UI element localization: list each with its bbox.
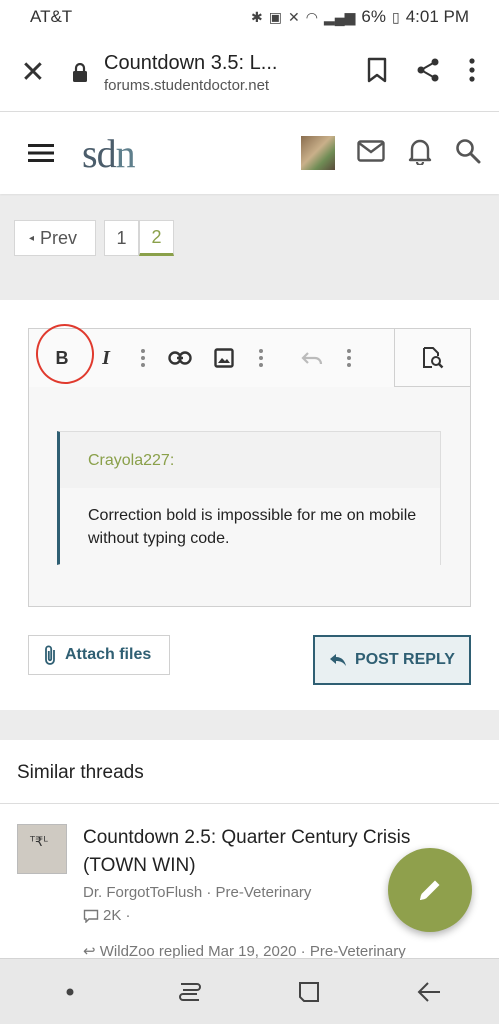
post-reply-label: POST REPLY bbox=[355, 651, 455, 668]
clock: 4:01 PM bbox=[405, 7, 469, 26]
logo-text-accent: n bbox=[115, 130, 136, 176]
prev-label: Prev bbox=[40, 227, 78, 248]
pencil-icon bbox=[420, 880, 440, 900]
bookmark-icon[interactable] bbox=[367, 57, 387, 88]
battery-icon: ▯ bbox=[391, 8, 400, 25]
post-reply-button[interactable]: POST REPLY bbox=[313, 635, 471, 685]
preview-button[interactable] bbox=[394, 329, 470, 387]
pagination: ◂ Prev 1 2 bbox=[14, 220, 174, 256]
editor-toolbar: B I bbox=[29, 320, 470, 388]
logo-text: sd bbox=[82, 130, 117, 176]
signal-icon: ▂▄▆ bbox=[323, 8, 356, 25]
carrier-label: AT&T bbox=[30, 7, 73, 26]
menu-icon[interactable] bbox=[0, 143, 82, 163]
nav-dot-icon[interactable] bbox=[40, 988, 100, 996]
attach-files-button[interactable]: Attach files bbox=[28, 635, 170, 675]
close-icon[interactable]: ✕ bbox=[0, 55, 66, 90]
quote-text: Correction bold is impossible for me on … bbox=[60, 488, 440, 566]
link-button[interactable] bbox=[158, 336, 202, 380]
undo-button[interactable] bbox=[290, 336, 334, 380]
system-nav-bar bbox=[0, 958, 499, 1024]
italic-label: I bbox=[102, 346, 110, 369]
image-button[interactable] bbox=[202, 336, 246, 380]
back-icon[interactable] bbox=[399, 981, 459, 1003]
mail-icon[interactable] bbox=[357, 139, 385, 167]
attach-label: Attach files bbox=[65, 646, 152, 663]
more-options-button[interactable] bbox=[334, 349, 364, 367]
home-icon[interactable] bbox=[279, 980, 339, 1004]
comment-icon bbox=[83, 909, 99, 923]
undo-icon bbox=[301, 352, 323, 365]
status-icons: ✱ ▣ ✕ ◠ ▂▄▆ 6% ▯ 4:01 PM bbox=[251, 7, 469, 27]
mute-icon: ✕ bbox=[287, 8, 300, 25]
recents-icon[interactable] bbox=[160, 981, 220, 1003]
page-url: forums.studentdoctor.net bbox=[104, 76, 270, 94]
preview-icon bbox=[422, 346, 443, 368]
bell-icon[interactable] bbox=[407, 137, 433, 170]
quote-block: Crayola227: Correction bold is impossibl… bbox=[57, 431, 441, 566]
more-insert-options-button[interactable] bbox=[246, 349, 276, 367]
page-title: Countdown 3.5: L... bbox=[104, 51, 278, 74]
share-icon[interactable] bbox=[415, 57, 441, 88]
status-bar: AT&T ✱ ▣ ✕ ◠ ▂▄▆ 6% ▯ 4:01 PM bbox=[0, 0, 499, 34]
browser-title-area[interactable]: Countdown 3.5: L... forums.studentdoctor… bbox=[94, 52, 367, 94]
chevron-left-icon: ◂ bbox=[29, 232, 35, 244]
search-icon[interactable] bbox=[455, 138, 481, 169]
paperclip-icon bbox=[45, 645, 55, 665]
wifi-icon: ◠ bbox=[305, 8, 318, 25]
image-icon bbox=[214, 348, 234, 368]
new-post-fab[interactable] bbox=[388, 848, 472, 932]
bluetooth-icon: ✱ bbox=[251, 8, 263, 25]
lock-icon bbox=[66, 62, 94, 83]
battery-percent: 6% bbox=[361, 7, 386, 26]
thread-thumbnail: ᵀ₹ᴸ bbox=[17, 824, 67, 874]
page-link-1[interactable]: 1 bbox=[104, 220, 139, 256]
site-header: sdn bbox=[0, 112, 499, 194]
page-link-2-current[interactable]: 2 bbox=[139, 220, 174, 256]
site-logo[interactable]: sdn bbox=[82, 130, 136, 177]
bold-button[interactable]: B bbox=[32, 320, 98, 388]
quick-reply: B I Crayola227: Correction bold is impos… bbox=[0, 300, 499, 710]
similar-threads-heading: Similar threads bbox=[0, 740, 499, 804]
link-icon bbox=[168, 351, 192, 365]
browser-toolbar: ✕ Countdown 3.5: L... forums.studentdoct… bbox=[0, 34, 499, 112]
avatar[interactable] bbox=[301, 136, 335, 170]
reply-count: 2K · bbox=[103, 907, 131, 924]
quote-author[interactable]: Crayola227: bbox=[60, 432, 440, 488]
reply-arrow-icon bbox=[330, 654, 347, 666]
more-text-options-button[interactable] bbox=[128, 349, 158, 367]
more-vert-icon[interactable] bbox=[469, 58, 475, 87]
prev-page-button[interactable]: ◂ Prev bbox=[14, 220, 96, 256]
nfc-icon: ▣ bbox=[268, 8, 282, 25]
rich-text-editor[interactable]: B I Crayola227: Correction bold is impos… bbox=[28, 320, 471, 607]
